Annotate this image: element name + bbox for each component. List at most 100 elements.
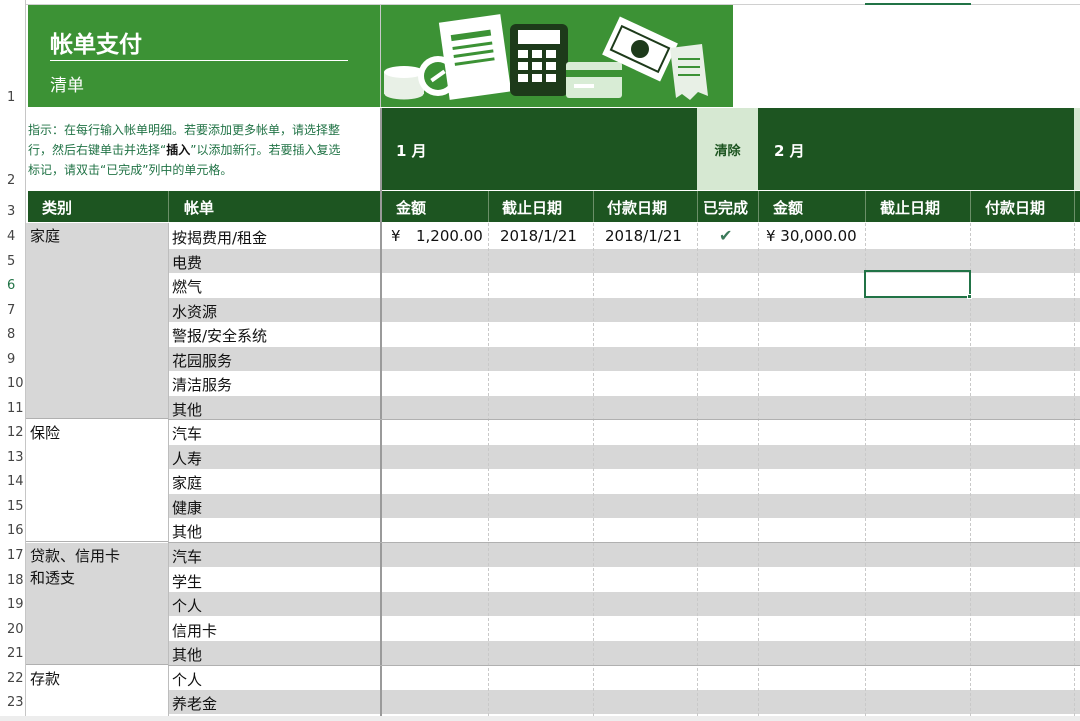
row-number[interactable]: 21 xyxy=(0,646,26,661)
instructions-cell[interactable]: 指示：在每行输入帐单明细。若要添加更多帐单，请选择整 行，然后右键单击并选择“插… xyxy=(28,108,380,190)
bill-name[interactable]: 学生 xyxy=(168,571,202,592)
section-separator xyxy=(168,419,1080,420)
header-due-date[interactable]: 截止日期 xyxy=(502,197,562,218)
row-number[interactable]: 5 xyxy=(0,254,26,269)
bill-name[interactable]: 信用卡 xyxy=(168,620,217,641)
header-done[interactable]: 已完成 xyxy=(703,197,748,218)
clear-button[interactable]: 清除 xyxy=(697,108,758,190)
horizontal-scrollbar[interactable] xyxy=(0,716,1080,721)
category-home-label: 家庭 xyxy=(30,227,61,245)
bill-name[interactable]: 其他 xyxy=(168,521,202,542)
row-number[interactable]: 1 xyxy=(0,90,26,105)
bill-name[interactable]: 个人 xyxy=(168,669,202,690)
bill-name[interactable]: 水资源 xyxy=(168,301,217,322)
header-separator xyxy=(865,191,866,222)
bill-name[interactable]: 人寿 xyxy=(168,448,202,469)
row-number[interactable]: 3 xyxy=(0,204,26,219)
row-number[interactable]: 6 xyxy=(0,278,26,293)
done-checkmark-icon[interactable]: ✔ xyxy=(719,226,732,245)
fill-handle[interactable] xyxy=(967,294,972,299)
clear-label: 清除 xyxy=(714,143,741,159)
row-number[interactable]: 14 xyxy=(0,474,26,489)
header-amount-2[interactable]: 金额 xyxy=(773,197,803,218)
calculator-icon xyxy=(510,24,568,96)
row-stripe xyxy=(168,690,1080,714)
bill-name[interactable]: 电费 xyxy=(168,252,202,273)
bill-name[interactable]: 其他 xyxy=(168,644,202,665)
row-number[interactable]: 13 xyxy=(0,450,26,465)
jan-paid-date[interactable]: 2018/1/21 xyxy=(601,227,682,245)
bill-name[interactable]: 按揭费用/租金 xyxy=(168,227,267,248)
spreadsheet: 1 2 3 4 5 6 7 8 9 10 11 12 13 14 15 16 1… xyxy=(0,0,1080,721)
bill-name[interactable]: 花园服务 xyxy=(168,350,232,371)
section-separator xyxy=(168,665,1080,666)
header-due-date-2[interactable]: 截止日期 xyxy=(880,197,940,218)
february-header[interactable] xyxy=(758,108,1074,190)
credit-card-icon xyxy=(566,62,622,98)
row-number[interactable]: 12 xyxy=(0,425,26,440)
bill-name[interactable]: 个人 xyxy=(168,595,202,616)
header-paid-date[interactable]: 付款日期 xyxy=(607,197,667,218)
row-number[interactable]: 17 xyxy=(0,548,26,563)
category-loans[interactable]: 贷款、信用卡 和透支 xyxy=(26,543,168,665)
row-number[interactable]: 11 xyxy=(0,401,26,416)
category-savings[interactable]: 存款 xyxy=(26,666,168,721)
row-number[interactable]: 20 xyxy=(0,622,26,637)
bill-name[interactable]: 其他 xyxy=(168,399,202,420)
header-separator xyxy=(758,191,759,222)
row-stripe xyxy=(168,543,1080,567)
row-number[interactable]: 2 xyxy=(0,173,26,188)
empty-cells-area xyxy=(733,5,1080,107)
active-cell[interactable] xyxy=(864,270,971,298)
header-amount[interactable]: 金额 xyxy=(396,197,426,218)
header-bill[interactable]: 帐单 xyxy=(184,197,214,218)
header-paid-date-2[interactable]: 付款日期 xyxy=(985,197,1045,218)
divider-line xyxy=(380,5,381,107)
category-insurance-label: 保险 xyxy=(30,424,61,442)
header-separator xyxy=(593,191,594,222)
jan-amount[interactable]: 1,200.00 xyxy=(412,227,483,245)
category-home[interactable]: 家庭 xyxy=(26,223,168,419)
instructions-line-3: 标记，请双击“已完成”列中的单元格。 xyxy=(28,163,233,177)
bill-name[interactable]: 汽车 xyxy=(168,423,202,444)
bill-name[interactable]: 燃气 xyxy=(168,276,202,297)
row-stripe xyxy=(168,298,1080,322)
instructions-line-2a: 行，然后右键单击并选择“ xyxy=(28,143,167,157)
row-number[interactable]: 16 xyxy=(0,523,26,538)
category-loans-line1: 贷款、信用卡 xyxy=(30,547,121,565)
row-number[interactable]: 4 xyxy=(0,229,26,244)
bill-name[interactable]: 清洁服务 xyxy=(168,374,232,395)
receipt-icon xyxy=(670,44,708,100)
header-category[interactable]: 类别 xyxy=(42,197,72,218)
row-number[interactable]: 9 xyxy=(0,352,26,367)
jan-due-date[interactable]: 2018/1/21 xyxy=(496,227,577,245)
gridline-v xyxy=(697,223,698,721)
category-savings-label: 存款 xyxy=(30,670,61,688)
row-stripe xyxy=(168,396,1080,420)
bill-name[interactable]: 家庭 xyxy=(168,472,202,493)
page-title: 帐单支付 xyxy=(50,32,142,58)
category-insurance[interactable]: 保险 xyxy=(26,420,168,542)
bill-name[interactable]: 汽车 xyxy=(168,546,202,567)
february-label: 2 月 xyxy=(774,142,805,160)
row-number[interactable]: 7 xyxy=(0,303,26,318)
row-number[interactable]: 8 xyxy=(0,327,26,342)
row-number[interactable]: 18 xyxy=(0,573,26,588)
invoice-icon xyxy=(438,14,512,100)
january-header[interactable] xyxy=(381,108,697,190)
bill-name[interactable]: 警报/安全系统 xyxy=(168,325,267,346)
row-stripe xyxy=(168,347,1080,371)
header-separator xyxy=(488,191,489,222)
row-number[interactable]: 22 xyxy=(0,671,26,686)
header-separator xyxy=(970,191,971,222)
bill-name[interactable]: 养老金 xyxy=(168,693,217,714)
row-number[interactable]: 19 xyxy=(0,597,26,612)
row-number[interactable]: 10 xyxy=(0,376,26,391)
feb-amount[interactable]: ¥ 30,000.00 xyxy=(762,227,857,245)
row-number[interactable]: 15 xyxy=(0,499,26,514)
gridline-v xyxy=(380,108,382,721)
row-number[interactable]: 23 xyxy=(0,695,26,710)
gridline-v xyxy=(758,223,759,721)
instructions-line-2c: ”以添加新行。若要插入复选 xyxy=(190,143,341,157)
bill-name[interactable]: 健康 xyxy=(168,497,202,518)
